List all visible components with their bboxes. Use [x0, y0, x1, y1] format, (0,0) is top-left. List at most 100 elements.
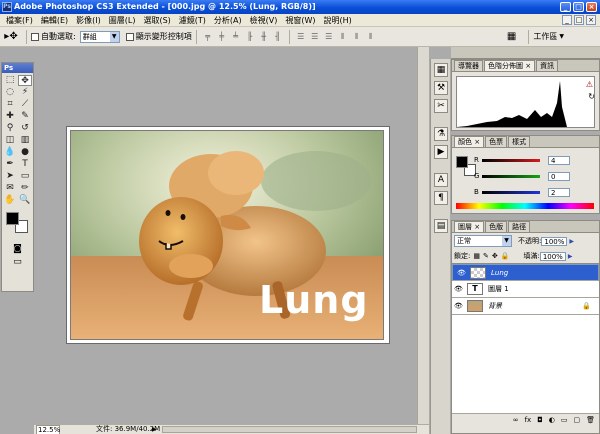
menu-window[interactable]: 視窗(W): [281, 14, 319, 27]
tab-channels[interactable]: 色版: [485, 221, 508, 232]
screen-mode-icon[interactable]: ▭: [2, 257, 33, 267]
character-panel-icon[interactable]: A: [434, 173, 448, 187]
menu-view[interactable]: 檢視(V): [246, 14, 282, 27]
layer-row-lung[interactable]: 👁 Lung: [452, 264, 599, 281]
eye-icon[interactable]: 👁: [455, 268, 468, 278]
color-panel-foreground-swatch[interactable]: [456, 156, 468, 168]
horizontal-scrollbar[interactable]: [162, 426, 417, 433]
move-tool-icon[interactable]: ✥: [18, 75, 32, 86]
path-selection-tool-icon[interactable]: ➤: [3, 171, 17, 182]
distribute-vcenter-icon[interactable]: ☰: [310, 32, 320, 42]
document-canvas[interactable]: Lung: [70, 130, 384, 340]
hand-tool-icon[interactable]: ✋: [3, 195, 17, 206]
close-icon[interactable]: ×: [474, 138, 480, 146]
gradient-tool-icon[interactable]: ▥: [18, 135, 32, 146]
lasso-tool-icon[interactable]: ◌: [3, 87, 17, 98]
workspace-button[interactable]: 工作區: [533, 31, 557, 42]
auto-select-checkbox[interactable]: [31, 32, 39, 41]
distribute-bottom-icon[interactable]: ☰: [324, 32, 334, 42]
blur-tool-icon[interactable]: 💧: [3, 147, 17, 158]
shape-tool-icon[interactable]: ▭: [18, 171, 32, 182]
opacity-arrow-icon[interactable]: ▶: [569, 238, 574, 245]
slider-track-b[interactable]: [482, 190, 540, 194]
foreground-color-swatch[interactable]: [6, 212, 19, 225]
refresh-icon[interactable]: ↻: [588, 92, 595, 101]
quick-mask-icon[interactable]: ◙: [2, 244, 33, 254]
move-tool-preset-icon[interactable]: ▸✥: [0, 31, 22, 42]
status-menu-arrow-icon[interactable]: ▶: [152, 425, 157, 434]
tab-histogram[interactable]: 色階分佈圖 ×: [484, 60, 536, 71]
auto-select-dropdown[interactable]: 群組 ▼: [79, 30, 120, 43]
zoom-tool-icon[interactable]: 🔍: [18, 195, 32, 206]
clone-source-panel-icon[interactable]: ▤: [434, 219, 448, 233]
new-layer-icon[interactable]: ▢: [573, 416, 580, 424]
lock-position-icon[interactable]: ✥: [492, 252, 498, 260]
close-icon[interactable]: ×: [525, 62, 531, 70]
menu-layer[interactable]: 圖層(L): [105, 14, 140, 27]
value-field-r[interactable]: 4: [548, 155, 570, 165]
brushes-panel-icon[interactable]: ▦: [434, 63, 448, 77]
eraser-tool-icon[interactable]: ◫: [3, 135, 17, 146]
zoom-level-field[interactable]: 12.5%: [36, 425, 60, 434]
trash-icon[interactable]: 🗑: [586, 416, 595, 424]
menu-file[interactable]: 檔案(F): [2, 14, 37, 27]
menu-analysis[interactable]: 分析(A): [210, 14, 246, 27]
adjustment-icon[interactable]: ◐: [549, 416, 555, 424]
type-tool-icon[interactable]: T: [18, 159, 32, 170]
menu-image[interactable]: 影像(I): [72, 14, 105, 27]
align-hcenter-icon[interactable]: ╫: [259, 32, 269, 42]
menu-edit[interactable]: 編輯(E): [37, 14, 72, 27]
slider-track-g[interactable]: [482, 174, 540, 178]
actions-panel-icon[interactable]: ▶: [434, 145, 448, 159]
group-icon[interactable]: ▭: [561, 416, 568, 424]
slider-track-r[interactable]: [482, 158, 540, 162]
lock-all-icon[interactable]: 🔒: [501, 252, 510, 260]
value-field-b[interactable]: 2: [548, 187, 570, 197]
tab-navigator[interactable]: 導覽器: [454, 60, 483, 71]
document-window[interactable]: Lung: [66, 126, 390, 344]
opacity-field[interactable]: 100%: [541, 236, 568, 246]
tab-layers[interactable]: 圖層 ×: [454, 221, 485, 232]
tab-paths[interactable]: 路徑: [508, 221, 531, 232]
align-right-icon[interactable]: ╢: [273, 32, 283, 42]
fill-field[interactable]: 100%: [539, 251, 566, 261]
fx-icon[interactable]: fx: [525, 416, 532, 424]
link-icon[interactable]: ∞: [513, 416, 519, 424]
doc-restore-button[interactable]: □: [574, 15, 584, 25]
doc-close-button[interactable]: ×: [586, 15, 596, 25]
tab-info[interactable]: 資訊: [536, 60, 559, 71]
close-button[interactable]: ×: [586, 2, 597, 12]
minimize-button[interactable]: _: [560, 2, 571, 12]
align-left-icon[interactable]: ╟: [245, 32, 255, 42]
tool-presets-panel-icon[interactable]: ⚒: [434, 81, 448, 95]
eyedropper-tool-icon[interactable]: ✏: [18, 183, 32, 194]
vertical-scrollbar[interactable]: [417, 47, 429, 424]
crop-tool-icon[interactable]: ⌗: [3, 99, 17, 110]
healing-brush-tool-icon[interactable]: ✚: [3, 111, 17, 122]
mask-icon[interactable]: ◘: [537, 416, 543, 424]
fill-arrow-icon[interactable]: ▶: [568, 253, 573, 260]
color-ramp[interactable]: [456, 203, 594, 209]
layer-row-text[interactable]: 👁 T 圖層 1: [452, 281, 599, 298]
maximize-button[interactable]: □: [573, 2, 584, 12]
menu-help[interactable]: 說明(H): [320, 14, 356, 27]
align-vcenter-icon[interactable]: ╪: [217, 32, 227, 42]
history-brush-tool-icon[interactable]: ↺: [18, 123, 32, 134]
notes-tool-icon[interactable]: ✉: [3, 183, 17, 194]
warning-icon[interactable]: ⚠: [586, 80, 593, 89]
tab-styles[interactable]: 樣式: [508, 136, 531, 147]
slice-tool-icon[interactable]: ⟋: [18, 99, 32, 110]
tab-color[interactable]: 顏色 ×: [454, 136, 485, 147]
history-panel-icon[interactable]: ⚗: [434, 127, 448, 141]
marquee-tool-icon[interactable]: ⬚: [3, 75, 17, 86]
eye-icon[interactable]: 👁: [452, 285, 465, 293]
distribute-right-icon[interactable]: ⦀: [366, 32, 376, 42]
align-top-icon[interactable]: ╤: [203, 32, 213, 42]
dodge-tool-icon[interactable]: ●: [18, 147, 32, 158]
lock-pixels-icon[interactable]: ✎: [483, 252, 489, 260]
close-icon[interactable]: ×: [474, 223, 480, 231]
value-field-g[interactable]: 0: [548, 171, 570, 181]
lock-transparency-icon[interactable]: ▦: [473, 252, 480, 260]
palette-well-icon[interactable]: ▦: [507, 31, 516, 42]
pen-tool-icon[interactable]: ✒: [3, 159, 17, 170]
